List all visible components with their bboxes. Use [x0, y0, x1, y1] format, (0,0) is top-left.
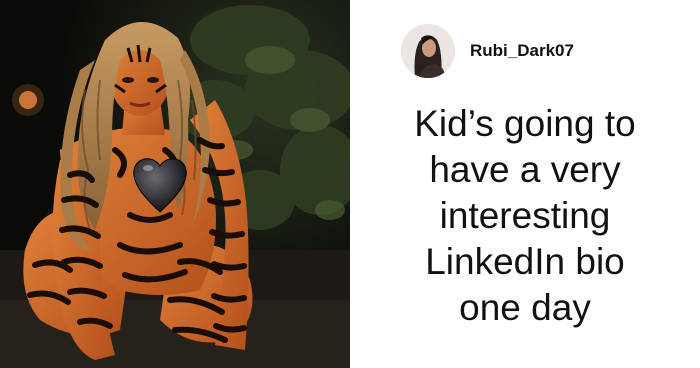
comment-text: Kid’s going to have a very interesting L…	[414, 103, 636, 328]
tiger-costume-photo	[0, 0, 350, 368]
user-avatar	[401, 24, 455, 78]
avatar-photo-icon	[401, 24, 455, 78]
username: Rubi_Dark07	[470, 41, 574, 60]
meme-card: Rubi_Dark07 Kid’s going to have a very i…	[0, 0, 700, 368]
